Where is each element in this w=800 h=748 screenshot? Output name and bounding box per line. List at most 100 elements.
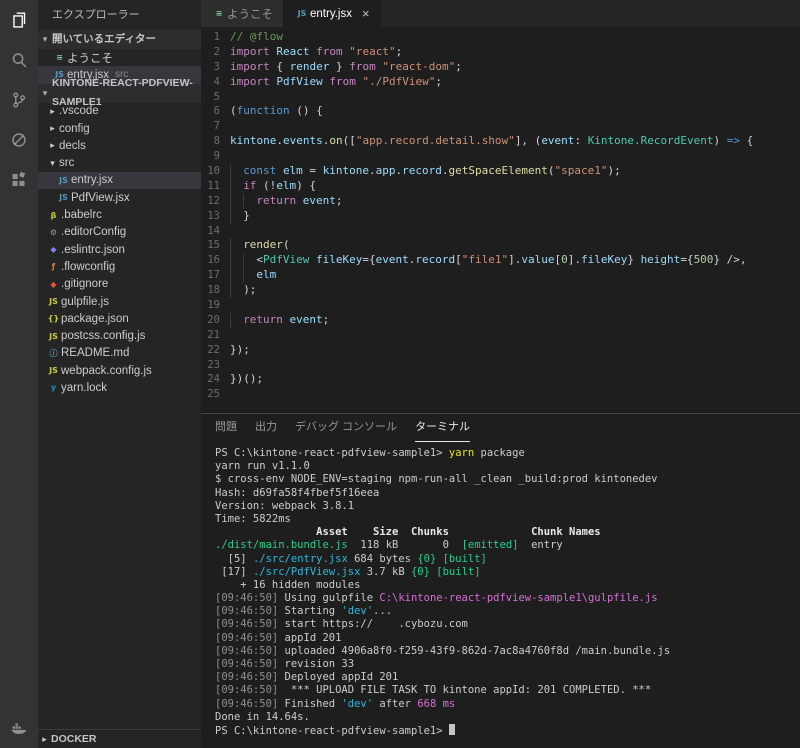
js-icon: JS [46,332,61,341]
babel-icon: β [46,211,61,220]
code-text: <PdfView fileKey={event.record["file1"].… [230,253,747,268]
eslint-icon: ◆ [46,245,61,254]
terminal-line: [09:46:50] Starting 'dev'... [215,605,800,618]
yarn-icon: y [46,383,61,392]
code-line: 1// @flow [201,30,800,45]
tree-item-label: .editorConfig [61,226,126,238]
tree-item[interactable]: JSgulpfile.js [38,293,201,310]
code-text: return event; [230,194,342,209]
close-icon[interactable]: × [362,6,370,21]
tree-item[interactable]: ▸config [38,120,201,137]
tab-entry.jsx[interactable]: JSentry.jsx× [284,0,381,27]
tree-item[interactable]: ⓘREADME.md [38,345,201,362]
terminal-line: PS C:\kintone-react-pdfview-sample1> yar… [215,447,800,460]
tab-label: entry.jsx [310,8,352,20]
line-number: 4 [201,75,230,90]
flow-icon: ƒ [46,262,61,271]
tree-item[interactable]: ◆.gitignore [38,276,201,293]
panel-tab-bar: 問題出力デバッグ コンソールターミナル [201,414,800,442]
panel-tab-出力[interactable]: 出力 [255,414,277,442]
tree-item[interactable]: yyarn.lock [38,379,201,396]
explorer-icon[interactable] [0,0,38,40]
terminal-line: [17] ./src/PdfView.jsx 3.7 kB {0} [built… [215,566,800,579]
tree-item-label: entry.jsx [71,174,113,186]
code-text: } [230,209,250,224]
tree-item-label: config [59,123,90,135]
line-number: 13 [201,209,230,224]
code-line: 12return event; [201,194,800,209]
tab-label: ようこそ [227,6,273,22]
terminal-line: Hash: d69fa58f4fbef5f16eea [215,487,800,500]
terminal-line: [09:46:50] revision 33 [215,658,800,671]
tree-item[interactable]: JSpostcss.config.js [38,327,201,344]
code-line: 13} [201,209,800,224]
tab-ようこそ[interactable]: ≡ようこそ [201,0,284,27]
code-text: kintone.events.on(["app.record.detail.sh… [230,134,753,149]
indent-guide [230,209,243,224]
line-number: 16 [201,253,230,268]
tree-item[interactable]: JSentry.jsx [38,172,201,189]
activity-bar-top [0,0,38,200]
line-number: 5 [201,90,230,105]
tree-item[interactable]: β.babelrc [38,206,201,223]
code-line: 17elm [201,268,800,283]
tab-bar: ≡ようこそJSentry.jsx× [201,0,800,27]
sidebar-title: エクスプローラー [38,0,201,30]
line-number: 7 [201,119,230,134]
code-line: 6(function () { [201,104,800,119]
tree-item[interactable]: {}package.json [38,310,201,327]
line-number: 18 [201,283,230,298]
line-number: 2 [201,45,230,60]
tree-item-label: .eslintrc.json [61,244,125,256]
indent-guide [230,253,243,268]
code-line: 15render( [201,238,800,253]
tree-item[interactable]: ◆.eslintrc.json [38,241,201,258]
terminal-line: [09:46:50] *** UPLOAD FILE TASK TO kinto… [215,684,800,697]
terminal-line: [09:46:50] Using gulpfile C:\kintone-rea… [215,592,800,605]
tree-item[interactable]: JSPdfView.jsx [38,189,201,206]
tree-item[interactable]: ▾src [38,154,201,171]
code-line: 7 [201,119,800,134]
code-text: return event; [230,313,329,328]
tree-item-label: decls [59,140,86,152]
line-number: 9 [201,149,230,164]
source-control-icon[interactable] [0,80,38,120]
code-text: import PdfView from "./PdfView"; [230,75,442,90]
tree-item[interactable]: ▸decls [38,137,201,154]
line-number: 12 [201,194,230,209]
panel-tab-ターミナル[interactable]: ターミナル [415,414,470,442]
docker-icon[interactable] [0,708,38,748]
terminal[interactable]: PS C:\kintone-react-pdfview-sample1> yar… [201,442,800,748]
panel-tab-問題[interactable]: 問題 [215,414,237,442]
tree-item[interactable]: JSwebpack.config.js [38,362,201,379]
terminal-line: $ cross-env NODE_ENV=staging npm-run-all… [215,473,800,486]
docker-section-header[interactable]: ▸ DOCKER [38,729,201,748]
code-line: 16<PdfView fileKey={event.record["file1"… [201,253,800,268]
tree-item[interactable]: ⚙.editorConfig [38,224,201,241]
open-editor-label: ようこそ [67,50,113,66]
terminal-line: [09:46:50] start https:// .cybozu.com [215,618,800,631]
extensions-icon[interactable] [0,160,38,200]
code-text: })(); [230,372,263,387]
tree-item-label: src [59,157,74,169]
code-editor[interactable]: 1// @flow2import React from "react";3imp… [201,27,800,413]
tree-item[interactable]: ƒ.flowconfig [38,258,201,275]
search-icon[interactable] [0,40,38,80]
project-header[interactable]: ▾ KINTONE-REACT-PDFVIEW-SAMPLE1 [38,84,201,103]
sidebar-explorer: エクスプローラー ▾ 開いているエディター ≡ようこそJSentry.jsxsr… [38,0,201,748]
open-editors-header[interactable]: ▾ 開いているエディター [38,30,201,49]
git-icon: ◆ [46,280,61,289]
debug-icon[interactable] [0,120,38,160]
code-text: import { render } from "react-dom"; [230,60,462,75]
panel-tab-デバッグ コンソール[interactable]: デバッグ コンソール [295,414,397,442]
chevron-right-icon: ▸ [46,140,59,151]
readme-icon: ⓘ [46,348,61,359]
tree-item-label: .gitignore [61,278,108,290]
code-text: ); [230,283,256,298]
code-text: render( [230,238,290,253]
terminal-line: [5] ./src/entry.jsx 684 bytes {0} [built… [215,553,800,566]
code-line: 10const elm = kintone.app.record.getSpac… [201,164,800,179]
chevron-right-icon: ▸ [46,106,59,117]
line-number: 25 [201,387,230,402]
open-editor-item[interactable]: ≡ようこそ [38,49,201,66]
